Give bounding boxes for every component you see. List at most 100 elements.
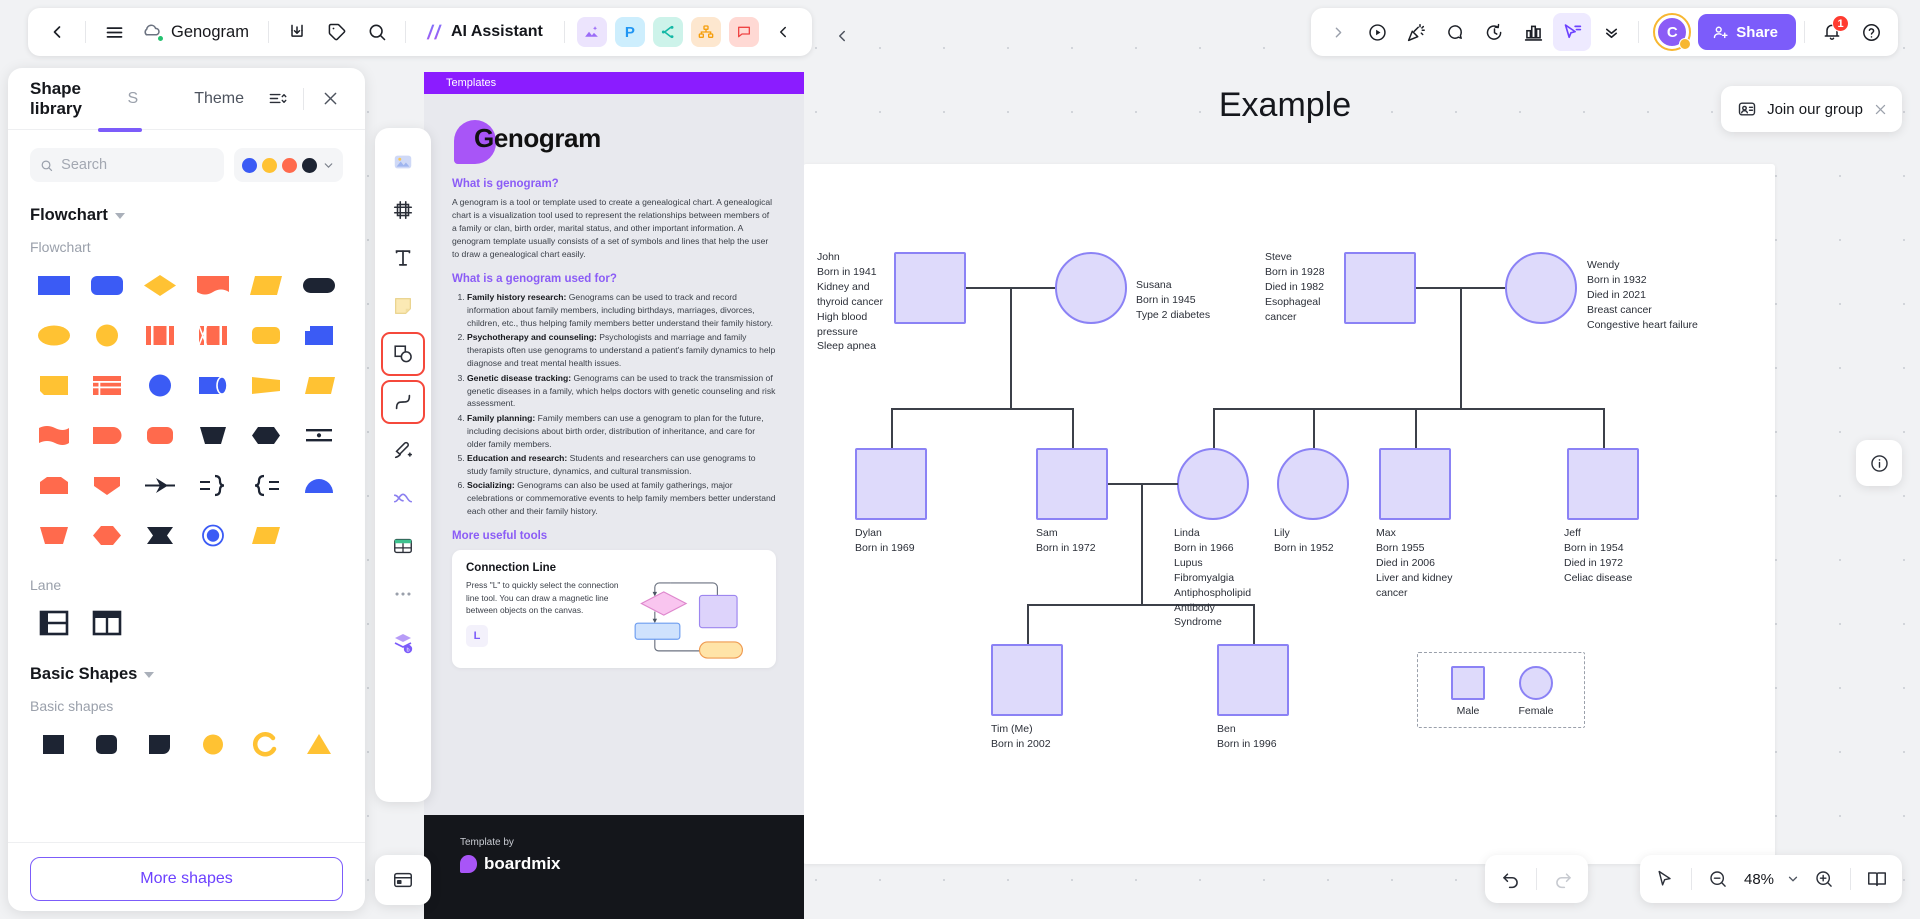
node-susana[interactable] <box>1055 252 1127 324</box>
document-tool-button[interactable] <box>375 855 431 905</box>
node-john[interactable] <box>894 252 966 324</box>
ai-assistant-button[interactable]: AI Assistant <box>415 21 555 43</box>
node-linda[interactable] <box>1177 448 1249 520</box>
shape-cylinder-horizontal[interactable] <box>188 365 237 405</box>
shape-hexagon-dark[interactable] <box>241 415 290 455</box>
back-button[interactable] <box>38 13 76 51</box>
shape-diamond[interactable] <box>136 265 185 305</box>
shape-trapezoid-down[interactable] <box>30 515 79 555</box>
join-group-banner[interactable]: Join our group <box>1721 86 1902 132</box>
shape-target-circle[interactable] <box>188 515 237 555</box>
shape-circle[interactable] <box>83 315 132 355</box>
node-sam[interactable] <box>1036 448 1108 520</box>
node-dylan[interactable] <box>855 448 927 520</box>
chevron-down-icon[interactable] <box>322 159 335 172</box>
shape-card[interactable] <box>294 315 343 355</box>
category-flowchart[interactable]: Flowchart <box>30 206 343 225</box>
comment-bubble-icon[interactable] <box>1436 13 1474 51</box>
shape-internal-storage[interactable] <box>188 315 237 355</box>
swatch-orange[interactable] <box>282 157 297 173</box>
connection-line-card[interactable]: Connection Line Press "L" to quickly sel… <box>452 549 776 668</box>
shape-brace-left[interactable] <box>241 465 290 505</box>
org-chart-app-icon[interactable] <box>690 17 721 47</box>
chevrons-down-icon[interactable] <box>1592 13 1630 51</box>
zoom-preset-button[interactable] <box>1781 860 1805 898</box>
shape-ellipse[interactable] <box>30 315 79 355</box>
notifications-button[interactable]: 1 <box>1813 13 1851 51</box>
play-circle-icon[interactable] <box>1358 13 1396 51</box>
search-box[interactable] <box>30 148 224 182</box>
swatch-blue[interactable] <box>242 157 257 173</box>
node-wendy[interactable] <box>1505 252 1577 324</box>
shape-lane-vertical[interactable] <box>83 603 132 643</box>
sticky-image-tool[interactable] <box>381 140 425 184</box>
shape-document[interactable] <box>188 265 237 305</box>
shape-circle-blue[interactable] <box>136 365 185 405</box>
expand-tools-button[interactable] <box>1319 13 1357 51</box>
shape-rounded-square-dark[interactable] <box>83 724 132 764</box>
more-shapes-button[interactable]: More shapes <box>30 857 343 901</box>
cursor-share-icon[interactable] <box>1553 13 1592 51</box>
table-tool[interactable] <box>381 524 425 568</box>
shape-predefined-process[interactable] <box>136 315 185 355</box>
shape-home-plate[interactable] <box>30 465 79 505</box>
sort-list-button[interactable] <box>258 80 296 118</box>
shape-wave-doc[interactable] <box>30 415 79 455</box>
shape-rounded-square[interactable] <box>241 315 290 355</box>
timer-icon[interactable] <box>1475 13 1513 51</box>
mind-map-app-icon[interactable] <box>652 17 683 47</box>
curve-tool[interactable] <box>381 476 425 520</box>
shape-circle-yellow[interactable] <box>188 724 237 764</box>
shape-tool[interactable] <box>381 332 425 376</box>
search-input[interactable] <box>61 157 214 173</box>
tag-button[interactable] <box>318 13 356 51</box>
template-tool[interactable]: b <box>381 620 425 664</box>
close-icon[interactable] <box>1873 102 1888 117</box>
shape-flag-dark[interactable] <box>136 515 185 555</box>
image-app-icon[interactable] <box>576 17 607 47</box>
main-menu-button[interactable] <box>95 13 133 51</box>
presentation-button[interactable] <box>1858 860 1896 898</box>
shape-rectangle[interactable] <box>30 265 79 305</box>
shape-rounded-rect-red[interactable] <box>136 415 185 455</box>
text-tool[interactable] <box>381 236 425 280</box>
node-jeff[interactable] <box>1567 448 1639 520</box>
node-max[interactable] <box>1379 448 1451 520</box>
zoom-in-button[interactable] <box>1805 860 1843 898</box>
node-lily[interactable] <box>1277 448 1349 520</box>
shape-brace-right[interactable] <box>188 465 237 505</box>
shape-table-list[interactable] <box>83 365 132 405</box>
shape-shield[interactable] <box>83 465 132 505</box>
collapse-apps-button[interactable] <box>764 13 802 51</box>
shape-triangle-yellow[interactable] <box>294 724 343 764</box>
shape-parallelogram[interactable] <box>241 265 290 305</box>
shape-leaf-dark[interactable] <box>136 724 185 764</box>
category-basic-shapes[interactable]: Basic Shapes <box>30 665 343 684</box>
document-title[interactable]: Genogram <box>167 23 259 42</box>
swatch-yellow[interactable] <box>262 157 277 173</box>
shape-lane-horizontal[interactable] <box>30 603 79 643</box>
node-ben[interactable] <box>1217 644 1289 716</box>
undo-button[interactable] <box>1491 860 1529 898</box>
shape-pill-dark[interactable] <box>294 265 343 305</box>
help-button[interactable] <box>1852 13 1890 51</box>
close-panel-button[interactable] <box>311 80 349 118</box>
shape-square-dark[interactable] <box>30 724 79 764</box>
shape-trapezoid-yellow[interactable] <box>294 365 343 405</box>
party-popper-icon[interactable] <box>1397 13 1435 51</box>
note-tool[interactable] <box>381 284 425 328</box>
node-steve[interactable] <box>1344 252 1416 324</box>
more-tool[interactable] <box>381 572 425 616</box>
collapse-template-panel-button[interactable] <box>828 22 856 50</box>
shape-note[interactable] <box>30 365 79 405</box>
pen-tool[interactable] <box>381 428 425 472</box>
comment-app-icon[interactable] <box>728 17 759 47</box>
info-button[interactable] <box>1856 440 1902 486</box>
download-button[interactable] <box>278 13 316 51</box>
shape-trapezoid-right[interactable] <box>241 365 290 405</box>
swatch-dark[interactable] <box>302 157 317 173</box>
shape-trapezoid-dark[interactable] <box>188 415 237 455</box>
share-button[interactable]: Share <box>1698 14 1796 50</box>
frame-tool[interactable] <box>381 188 425 232</box>
node-tim[interactable] <box>991 644 1063 716</box>
